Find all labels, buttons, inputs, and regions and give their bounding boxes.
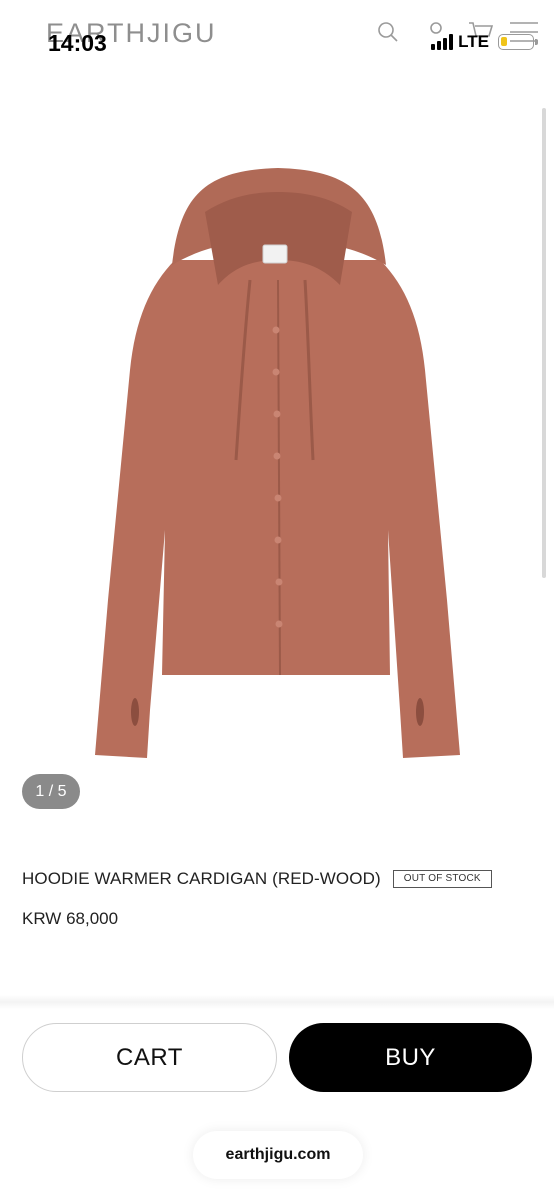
product-title-row: HOODIE WARMER CARDIGAN (RED-WOOD) OUT OF… [22,869,492,889]
network-label: LTE [458,32,489,51]
thumbhole-right [416,698,424,726]
product-page: EARTHJIGU 14:03 LTE 1 / 5 HOODIE WARMER … [0,0,554,1200]
signal-icon [431,34,454,50]
product-title: HOODIE WARMER CARDIGAN (RED-WOOD) [22,869,381,888]
buy-button[interactable]: BUY [289,1023,532,1092]
battery-icon [498,34,538,50]
product-price: KRW 68,000 [22,909,119,928]
divider [0,995,554,1009]
product-image[interactable] [0,100,554,820]
image-counter: 1 / 5 [22,774,80,809]
thumbhole-left [131,698,139,726]
search-icon[interactable] [376,20,400,44]
status-time: 14:03 [48,30,107,56]
cart-button[interactable]: CART [22,1023,277,1092]
browser-url-bar[interactable]: earthjigu.com [193,1131,363,1179]
status-indicators: LTE [431,32,538,52]
stock-badge: OUT OF STOCK [392,870,492,888]
neck-label [262,244,288,264]
